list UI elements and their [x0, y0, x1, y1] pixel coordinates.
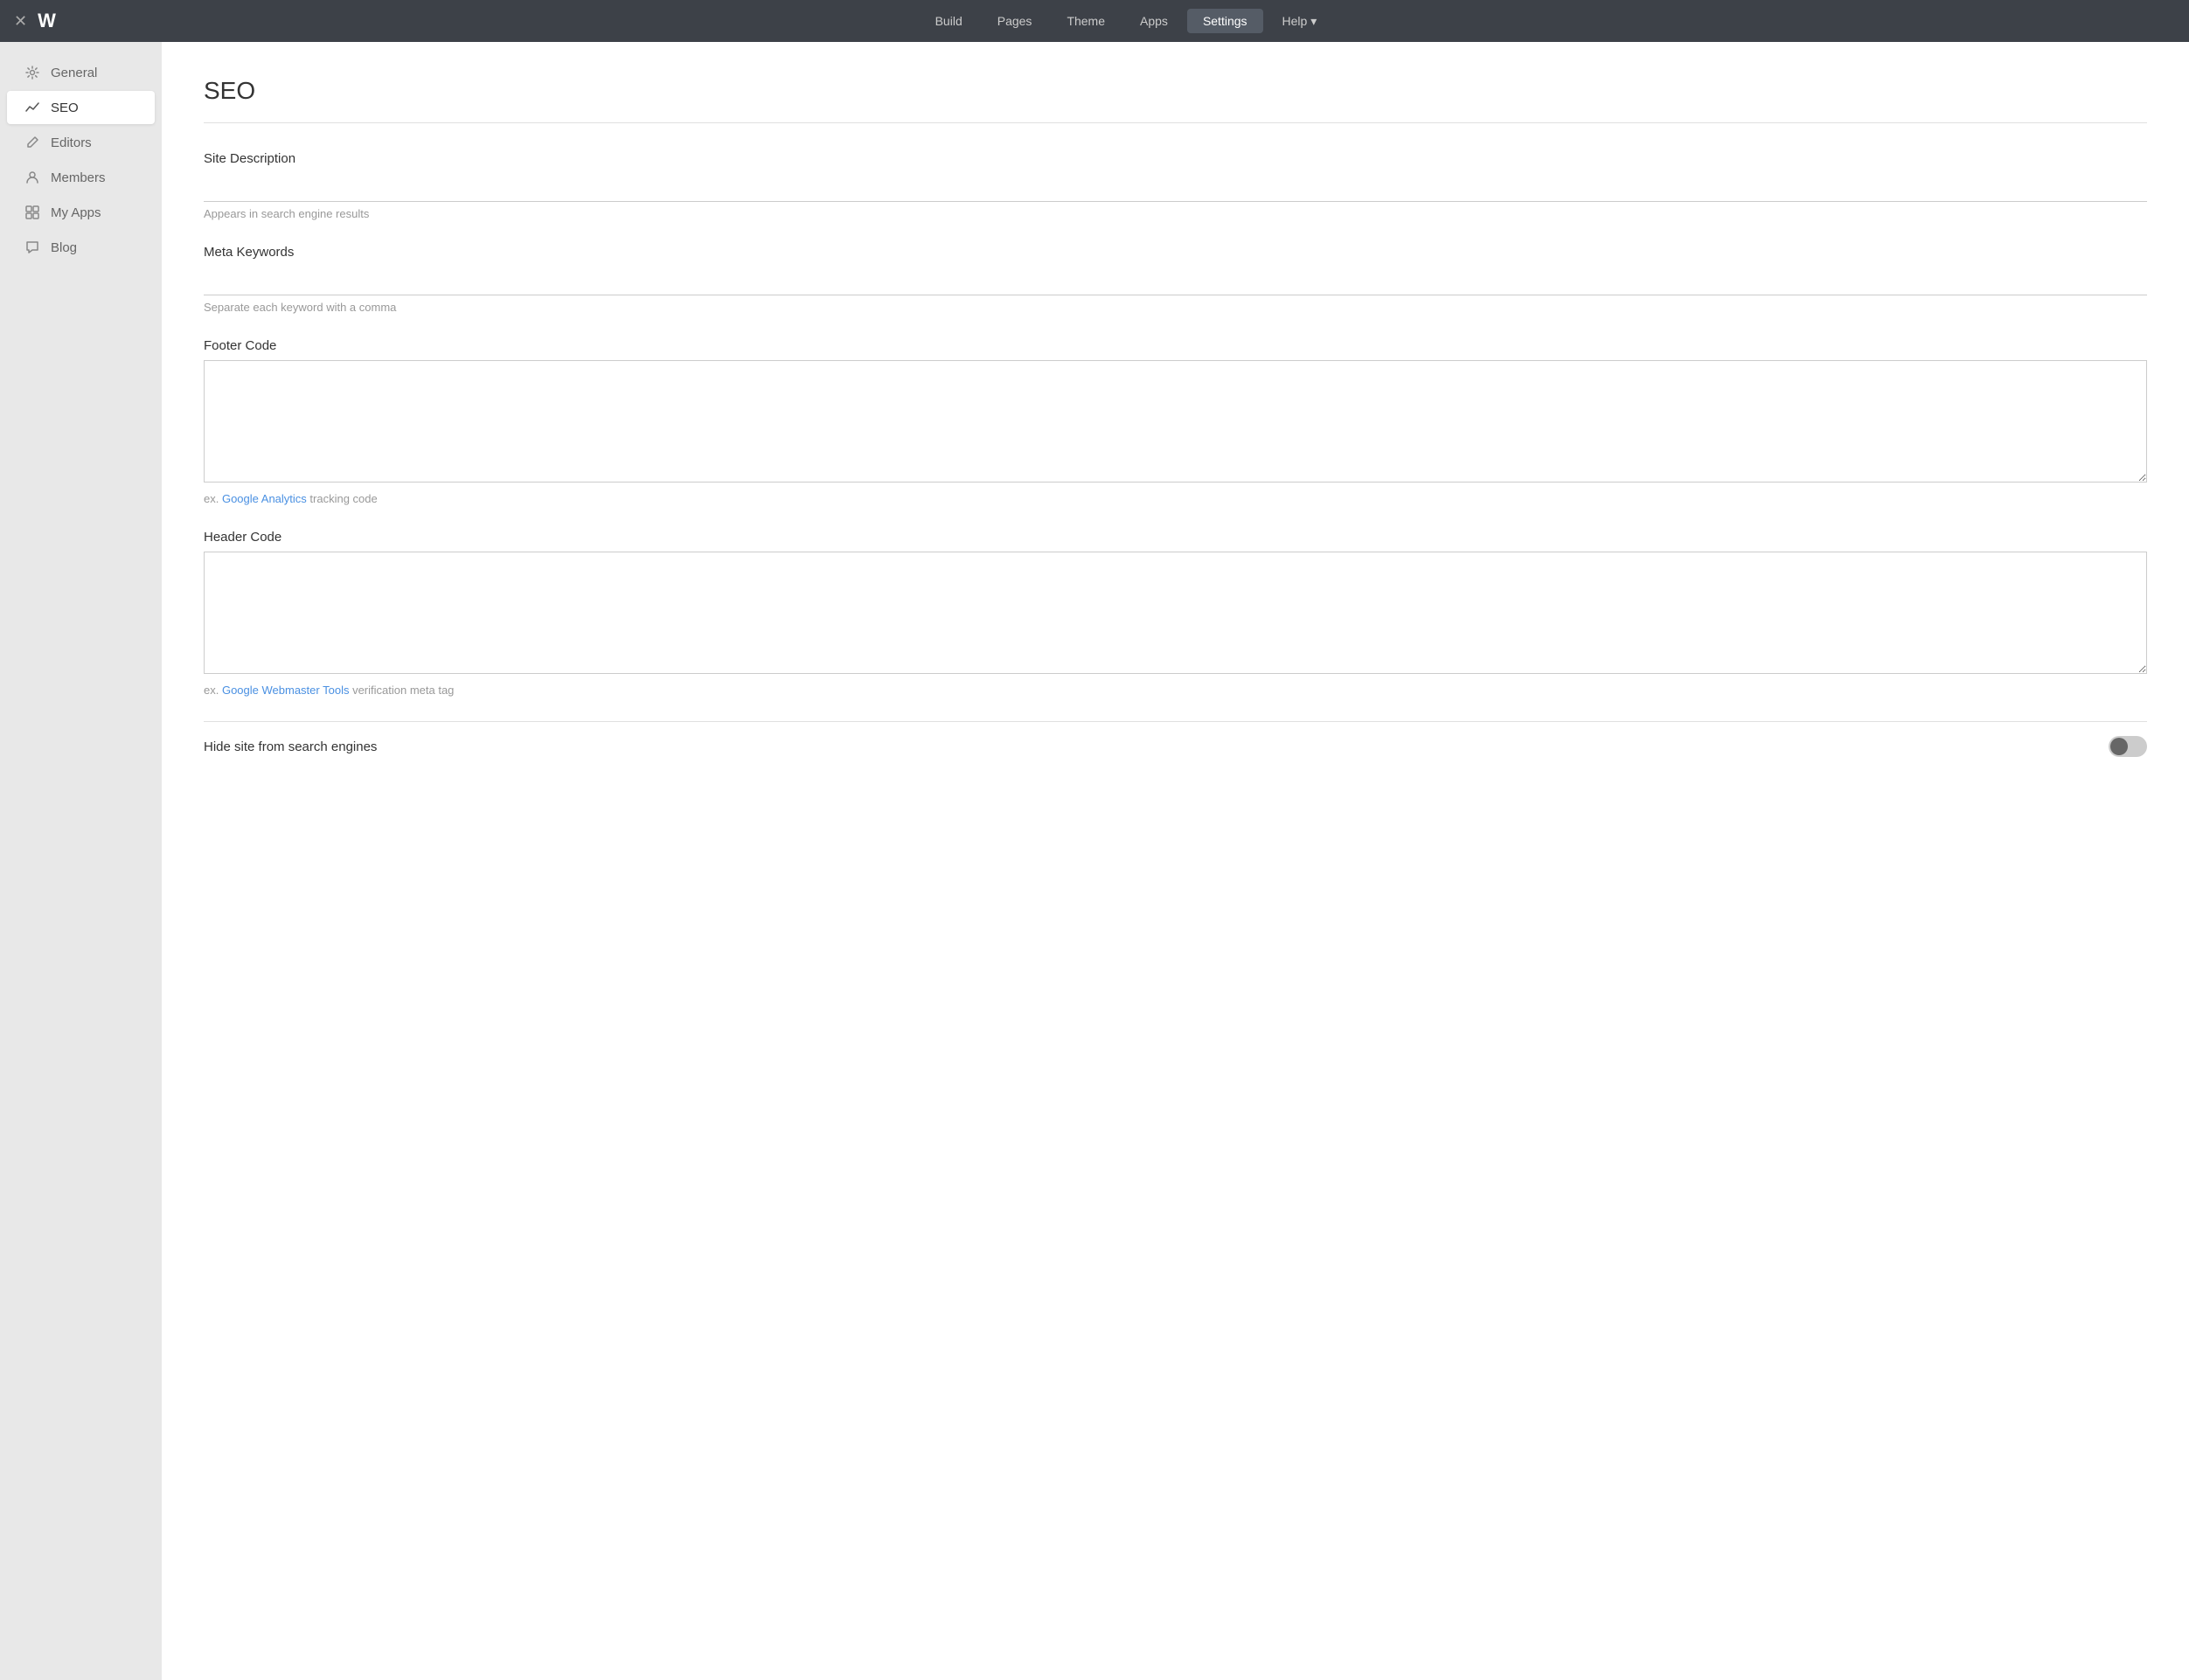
- content-area: SEO Site Description Appears in search e…: [162, 42, 2189, 1680]
- site-description-input[interactable]: [204, 173, 2147, 202]
- sidebar-item-members-label: Members: [51, 170, 106, 185]
- logo: W: [38, 10, 56, 32]
- header-code-textarea[interactable]: [204, 552, 2147, 674]
- gear-icon: [24, 65, 40, 80]
- site-description-hint: Appears in search engine results: [204, 207, 2147, 220]
- hide-from-search-label: Hide site from search engines: [204, 739, 377, 754]
- google-webmaster-tools-link[interactable]: Google Webmaster Tools: [222, 684, 349, 697]
- sidebar-item-general[interactable]: General: [7, 56, 155, 89]
- title-divider: [204, 122, 2147, 123]
- main-layout: General SEO Editors: [0, 42, 2189, 1680]
- hide-from-search-toggle[interactable]: [2109, 736, 2147, 757]
- nav-settings[interactable]: Settings: [1187, 9, 1263, 33]
- toggle-knob: [2110, 738, 2128, 755]
- pencil-icon: [24, 135, 40, 150]
- google-analytics-link[interactable]: Google Analytics: [222, 492, 307, 505]
- meta-keywords-label: Meta Keywords: [204, 245, 2147, 260]
- site-description-group: Site Description Appears in search engin…: [204, 151, 2147, 220]
- nav-build[interactable]: Build: [920, 9, 978, 33]
- header-code-group: Header Code ex. Google Webmaster Tools v…: [204, 530, 2147, 697]
- meta-keywords-group: Meta Keywords Separate each keyword with…: [204, 245, 2147, 314]
- sidebar-item-blog-label: Blog: [51, 240, 77, 255]
- footer-code-textarea[interactable]: [204, 360, 2147, 482]
- nav-apps[interactable]: Apps: [1124, 9, 1184, 33]
- page-title: SEO: [204, 77, 2147, 105]
- footer-code-hint: ex. Google Analytics tracking code: [204, 492, 2147, 505]
- sidebar-item-seo-label: SEO: [51, 101, 79, 115]
- nav-links: Build Pages Theme Apps Settings Help ▾: [77, 9, 2175, 34]
- meta-keywords-input[interactable]: [204, 267, 2147, 295]
- footer-code-group: Footer Code ex. Google Analytics trackin…: [204, 338, 2147, 505]
- sidebar: General SEO Editors: [0, 42, 162, 1680]
- site-description-label: Site Description: [204, 151, 2147, 166]
- sidebar-item-editors[interactable]: Editors: [7, 126, 155, 159]
- close-button[interactable]: ✕: [14, 13, 27, 29]
- nav-theme[interactable]: Theme: [1051, 9, 1121, 33]
- footer-code-label: Footer Code: [204, 338, 2147, 353]
- sidebar-item-myapps[interactable]: My Apps: [7, 196, 155, 229]
- sidebar-item-blog[interactable]: Blog: [7, 231, 155, 264]
- sidebar-item-general-label: General: [51, 66, 97, 80]
- sidebar-item-members[interactable]: Members: [7, 161, 155, 194]
- header-code-label: Header Code: [204, 530, 2147, 545]
- sidebar-item-editors-label: Editors: [51, 135, 92, 150]
- sidebar-item-myapps-label: My Apps: [51, 205, 101, 220]
- hide-from-search-row: Hide site from search engines: [204, 721, 2147, 771]
- header-code-hint: ex. Google Webmaster Tools verification …: [204, 684, 2147, 697]
- grid-icon: [24, 205, 40, 220]
- nav-pages[interactable]: Pages: [982, 9, 1048, 33]
- sidebar-item-seo[interactable]: SEO: [7, 91, 155, 124]
- person-icon: [24, 170, 40, 185]
- top-navigation: ✕ W Build Pages Theme Apps Settings Help…: [0, 0, 2189, 42]
- comment-icon: [24, 240, 40, 255]
- trend-icon: [24, 100, 40, 115]
- meta-keywords-hint: Separate each keyword with a comma: [204, 301, 2147, 314]
- nav-help[interactable]: Help ▾: [1267, 9, 1333, 34]
